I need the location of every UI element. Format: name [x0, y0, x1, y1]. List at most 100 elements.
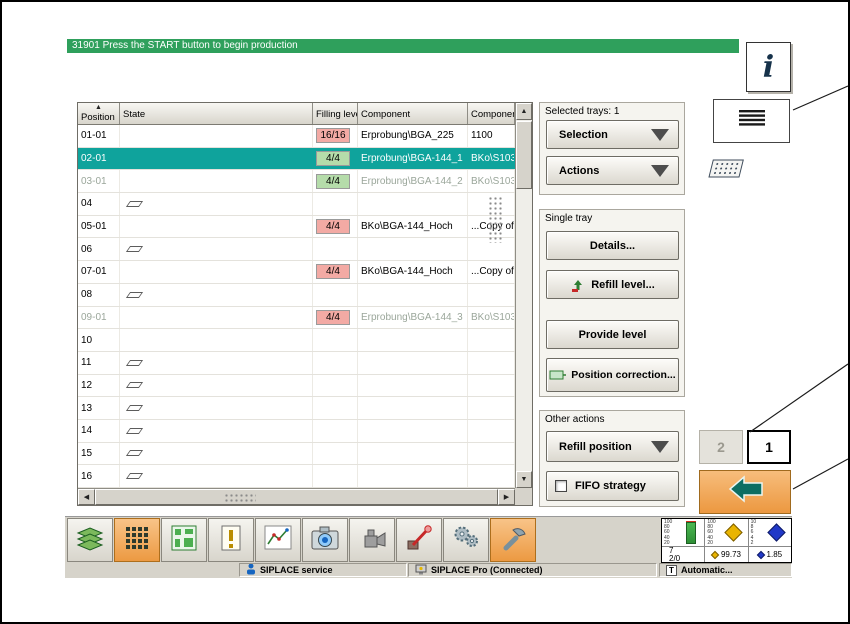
toolbar-setup-button[interactable] — [443, 518, 489, 562]
filling-level-badge: 4/4 — [316, 309, 350, 325]
toolbar-board-layout-button[interactable] — [161, 518, 207, 562]
table-row[interactable]: 01-01 16/16 Erprobung\BGA_225 1100 — [78, 125, 515, 148]
table-row[interactable]: 12 — [78, 374, 515, 398]
boards-gauge: 100 80 60 40 20 7 2/0 — [662, 519, 706, 562]
cell-component — [358, 374, 468, 397]
other-actions-title: Other actions — [545, 414, 605, 425]
refill-position-dropdown[interactable]: Refill position — [546, 431, 679, 462]
cell-state — [120, 261, 313, 283]
status-mode-segment: T Automatic... — [659, 563, 792, 577]
cell-component-2: 1100 — [468, 125, 515, 147]
column-header-component-2[interactable]: Component — [468, 103, 515, 124]
actions-dropdown-label: Actions — [559, 164, 600, 177]
performance-panel[interactable]: 100 80 60 40 20 7 2/0 100 80 60 40 20 99… — [661, 518, 792, 563]
refill-level-button[interactable]: Refill level... — [546, 270, 679, 299]
page-1-button[interactable]: 1 — [747, 430, 791, 464]
page-2-button[interactable]: 2 — [699, 430, 743, 464]
cell-state — [120, 147, 313, 170]
cell-state — [120, 193, 313, 215]
cell-state — [120, 125, 313, 147]
filling-level-badge: 4/4 — [316, 264, 350, 280]
scroll-right-button[interactable]: ▶ — [498, 489, 515, 505]
table-row[interactable]: 08 — [78, 283, 515, 307]
provide-level-button[interactable]: Provide level — [546, 320, 679, 349]
boards-gauge-bar — [686, 522, 697, 544]
boards-gauge-ticks: 100 80 60 40 20 — [664, 519, 673, 546]
statistics-chart-icon — [264, 525, 292, 556]
scrollbar-corner — [515, 488, 532, 505]
info-button[interactable]: i — [746, 42, 791, 92]
vertical-scrollbar[interactable]: ▲ ▼ — [515, 103, 532, 488]
toolbar-maintenance-button[interactable] — [349, 518, 395, 562]
position-correction-button[interactable]: Position correction... — [546, 358, 679, 392]
selection-dropdown[interactable]: Selection — [546, 120, 679, 149]
service-wrench-icon — [499, 524, 527, 557]
empty-tray-icon — [125, 359, 144, 366]
list-view-button[interactable] — [713, 99, 790, 143]
actions-dropdown[interactable]: Actions — [546, 156, 679, 185]
chevron-down-icon — [651, 128, 669, 141]
mode-key-icon: T — [666, 564, 677, 576]
fifo-strategy-toggle[interactable]: FIFO strategy — [546, 471, 679, 501]
table-row[interactable]: 10 — [78, 329, 515, 352]
scroll-left-button[interactable]: ◀ — [78, 489, 95, 505]
table-row[interactable]: 02-01 4/4 Erprobung\BGA-144_1 BKo\S103 — [78, 147, 515, 171]
siplace-station-window: 31901 Press the START button to begin pr… — [0, 0, 850, 624]
cell-state — [120, 351, 313, 374]
toolbar-camera-button[interactable] — [302, 518, 348, 562]
column-header-position[interactable]: ▲ Position — [78, 103, 120, 124]
horizontal-scrollbar[interactable]: ◀ ▶ — [78, 488, 515, 505]
back-button[interactable] — [699, 470, 791, 514]
toolbar-repair-button[interactable] — [396, 518, 442, 562]
table-row[interactable]: 07-01 4/4 BKo\BGA-144_Hoch ...Copy of S1 — [78, 261, 515, 284]
fifo-checkbox[interactable] — [555, 480, 567, 492]
camera-icon — [311, 525, 339, 556]
toolbar-tray-stack-button[interactable] — [67, 518, 113, 562]
table-row[interactable]: 14 — [78, 419, 515, 443]
table-row[interactable]: 13 — [78, 397, 515, 420]
column-header-filling-level[interactable]: Filling level — [313, 103, 358, 124]
table-body: 01-01 16/16 Erprobung\BGA_225 1100 02-01… — [78, 125, 515, 488]
cell-position: 04 — [78, 193, 120, 215]
column-header-state[interactable]: State — [120, 103, 313, 124]
cell-filling-level: 4/4 — [313, 306, 358, 329]
scroll-up-button[interactable]: ▲ — [516, 103, 532, 120]
cell-component-2: BKo\S103 — [468, 170, 515, 193]
chevron-down-icon — [651, 440, 669, 453]
cell-position: 14 — [78, 419, 120, 442]
table-row[interactable]: 06 — [78, 238, 515, 262]
status-message-bar: 31901 Press the START button to begin pr… — [67, 39, 739, 53]
details-button[interactable]: Details... — [546, 231, 679, 260]
table-row[interactable]: 03-01 4/4 Erprobung\BGA-144_2 BKo\S103 — [78, 170, 515, 194]
status-connection-label: SIPLACE Pro (Connected) — [431, 565, 543, 575]
table-row[interactable]: 15 — [78, 442, 515, 466]
cell-state — [120, 329, 313, 351]
horizontal-scroll-thumb[interactable] — [95, 489, 498, 505]
cell-component — [358, 238, 468, 261]
toolbar-statistics-button[interactable] — [255, 518, 301, 562]
rate-gauge-diamond-icon — [723, 523, 743, 542]
cell-component — [358, 351, 468, 374]
table-row[interactable]: 09-01 4/4 Erprobung\BGA-144_3 BKo\S103 — [78, 306, 515, 330]
filling-level-badge: 16/16 — [316, 128, 350, 144]
cell-filling-level — [313, 397, 358, 419]
toolbar-messages-button[interactable] — [208, 518, 254, 562]
filling-level-badge: 4/4 — [316, 173, 350, 189]
cell-filling-level — [313, 442, 358, 465]
scroll-down-button[interactable]: ▼ — [516, 471, 532, 488]
matrix-view-button[interactable] — [703, 151, 749, 189]
table-row[interactable]: 16 — [78, 465, 515, 488]
toolbar-tray-matrix-button[interactable] — [114, 518, 160, 562]
cell-component — [358, 193, 468, 215]
column-header-component[interactable]: Component — [358, 103, 468, 124]
toolbar-service-button[interactable] — [490, 518, 536, 562]
table-row[interactable]: 04 — [78, 193, 515, 216]
status-bar: SIPLACE service SIPLACE Pro (Connected) … — [65, 562, 792, 578]
table-row[interactable]: 05-01 4/4 BKo\BGA-144_Hoch ...Copy of S1 — [78, 215, 515, 239]
table-row[interactable]: 11 — [78, 351, 515, 375]
cell-state — [120, 419, 313, 442]
chevron-down-icon — [651, 164, 669, 177]
empty-tray-icon — [125, 405, 144, 412]
vertical-scroll-thumb[interactable] — [516, 121, 532, 189]
table-header: ▲ Position State Filling level Component… — [78, 103, 532, 125]
